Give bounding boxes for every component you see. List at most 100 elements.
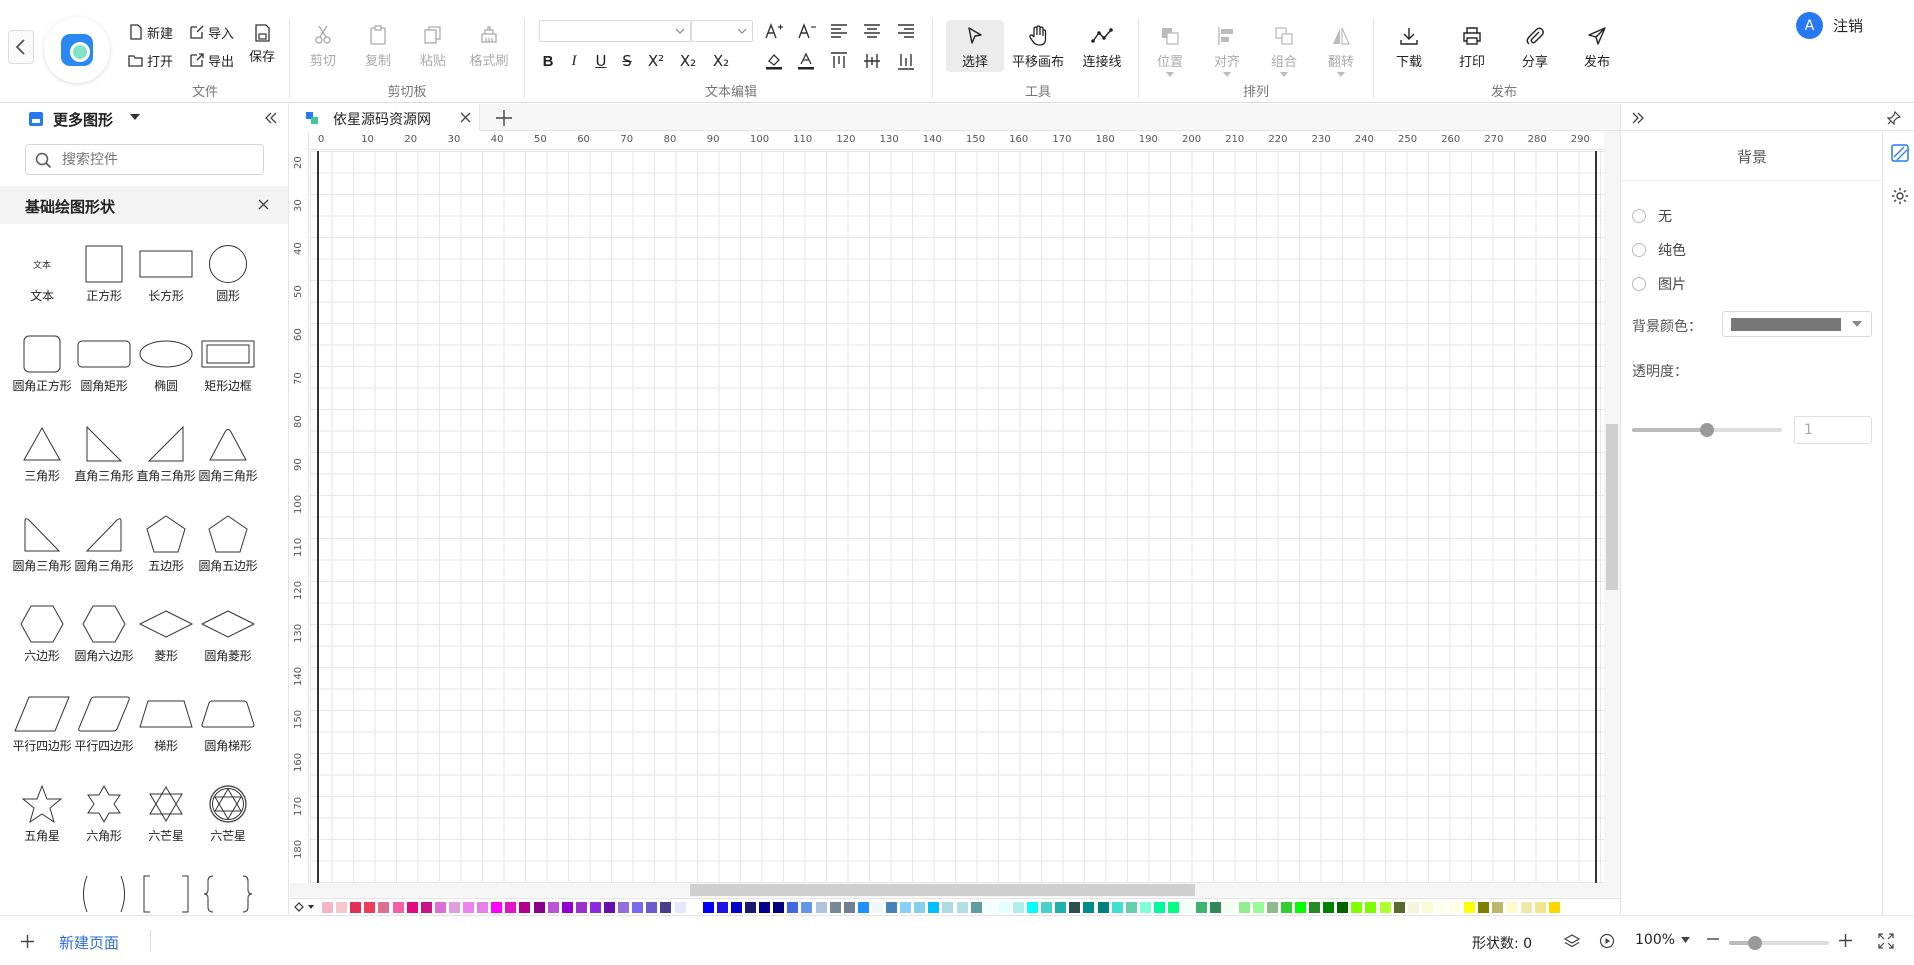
shape-rounded-diamond[interactable]: 圆角菱形 xyxy=(196,604,260,670)
color-swatch[interactable] xyxy=(1294,902,1306,913)
color-swatch[interactable] xyxy=(1238,902,1250,913)
color-swatch[interactable] xyxy=(1041,902,1053,913)
color-swatch[interactable] xyxy=(1520,902,1532,913)
color-swatch[interactable] xyxy=(1182,902,1194,913)
color-swatch[interactable] xyxy=(745,902,756,913)
color-swatch[interactable] xyxy=(322,902,333,913)
shape-trapezoid[interactable]: 梯形 xyxy=(134,694,198,760)
paste-button[interactable]: 粘贴 xyxy=(408,22,458,69)
font-size-select[interactable] xyxy=(691,20,753,42)
color-swatch[interactable] xyxy=(928,902,940,913)
subscript-button[interactable]: X₂ xyxy=(708,50,734,72)
color-swatch[interactable] xyxy=(688,902,700,913)
fill-color-button[interactable] xyxy=(763,50,785,72)
color-swatch[interactable] xyxy=(843,902,855,913)
basic-shapes-section-header[interactable]: 基础绘图形状 xyxy=(0,186,288,224)
shape-square[interactable]: 正方形 xyxy=(72,244,136,310)
color-swatch[interactable] xyxy=(350,902,362,913)
color-swatch[interactable] xyxy=(914,902,926,913)
color-swatch[interactable] xyxy=(604,902,615,913)
color-swatch[interactable] xyxy=(336,902,348,913)
fullscreen-icon[interactable] xyxy=(1878,933,1894,949)
logout-link[interactable]: 注销 xyxy=(1833,15,1863,36)
select-tool-button[interactable]: 选择 xyxy=(946,20,1004,72)
color-swatch[interactable] xyxy=(378,902,390,913)
color-swatch[interactable] xyxy=(1548,902,1560,913)
superscript-button[interactable]: X² xyxy=(643,50,669,72)
shape-rounded-right-triangle-2[interactable]: 圆角三角形 xyxy=(72,514,136,580)
close-icon[interactable] xyxy=(258,199,269,210)
shape-hexagon[interactable]: 六边形 xyxy=(10,604,74,670)
color-swatch[interactable] xyxy=(900,902,912,913)
color-swatch[interactable] xyxy=(1393,902,1405,913)
shape-right-triangle-2[interactable]: 直角三角形 xyxy=(134,424,198,490)
color-swatch[interactable] xyxy=(1153,902,1165,913)
caret-down-icon[interactable] xyxy=(130,114,140,120)
position-button[interactable]: 位置 xyxy=(1145,23,1195,77)
color-swatch[interactable] xyxy=(1196,902,1208,913)
color-swatch[interactable] xyxy=(1280,902,1292,913)
radio-button[interactable] xyxy=(1632,277,1646,291)
flip-button[interactable]: 翻转 xyxy=(1316,23,1366,77)
add-page-icon[interactable] xyxy=(20,934,35,949)
save-button[interactable]: 保存 xyxy=(238,22,286,65)
color-swatch[interactable] xyxy=(646,902,658,913)
new-button[interactable]: 新建 xyxy=(128,21,173,43)
color-swatch[interactable] xyxy=(1407,902,1419,913)
fill-bucket-icon[interactable] xyxy=(293,901,317,913)
play-icon[interactable] xyxy=(1599,933,1615,949)
color-swatch[interactable] xyxy=(1266,902,1278,913)
strikethrough-button[interactable]: S xyxy=(616,50,638,72)
color-swatch[interactable] xyxy=(1139,902,1151,913)
slider-handle[interactable] xyxy=(1748,936,1762,950)
color-swatch[interactable] xyxy=(998,902,1010,913)
color-swatch[interactable] xyxy=(871,902,883,913)
underline-button[interactable]: U xyxy=(590,50,612,72)
group-button[interactable]: 组合 xyxy=(1259,23,1309,77)
color-swatch[interactable] xyxy=(1337,902,1349,913)
zoom-out-icon[interactable] xyxy=(1706,937,1720,941)
shape-rounded-rectangle[interactable]: 圆角矩形 xyxy=(72,334,136,400)
color-swatch[interactable] xyxy=(1125,902,1137,913)
color-swatch[interactable] xyxy=(1379,902,1391,913)
shape-star-of-david[interactable]: 六芒星 xyxy=(134,784,198,850)
color-swatch[interactable] xyxy=(505,902,517,913)
color-swatch[interactable] xyxy=(1421,902,1433,913)
color-swatch[interactable] xyxy=(942,902,954,913)
shape-triangle[interactable]: 三角形 xyxy=(10,424,74,490)
font-family-select[interactable] xyxy=(539,20,691,42)
color-swatch[interactable] xyxy=(575,902,587,913)
expand-panel-icon[interactable] xyxy=(1631,112,1645,124)
color-swatch[interactable] xyxy=(547,902,559,913)
italic-button[interactable]: I xyxy=(563,50,585,72)
bg-option-none[interactable]: 无 xyxy=(1632,206,1672,226)
scrollbar-thumb[interactable] xyxy=(690,884,1195,896)
color-swatch[interactable] xyxy=(1168,902,1179,913)
color-swatch[interactable] xyxy=(618,902,630,913)
color-swatch[interactable] xyxy=(857,902,869,913)
shape-rect-frame[interactable]: 矩形边框 xyxy=(196,334,260,400)
font-color-button[interactable] xyxy=(795,50,817,72)
open-button[interactable]: 打开 xyxy=(128,49,173,71)
color-swatch[interactable] xyxy=(561,902,573,913)
color-swatch[interactable] xyxy=(1224,902,1236,913)
opacity-slider[interactable] xyxy=(1632,423,1782,437)
shape-brackets[interactable] xyxy=(134,874,198,915)
print-button[interactable]: 打印 xyxy=(1447,23,1497,70)
zoom-in-icon[interactable] xyxy=(1838,933,1853,948)
color-swatch[interactable] xyxy=(1210,902,1222,913)
color-swatch[interactable] xyxy=(463,902,474,913)
color-swatch[interactable] xyxy=(773,902,785,913)
color-swatch[interactable] xyxy=(1069,902,1081,913)
color-swatch[interactable] xyxy=(434,902,446,913)
add-tab-icon[interactable] xyxy=(495,109,513,127)
align-center-button[interactable] xyxy=(861,20,883,42)
pan-tool-button[interactable]: 平移画布 xyxy=(1006,23,1070,70)
color-swatch[interactable] xyxy=(406,902,418,913)
search-input[interactable] xyxy=(62,149,257,171)
bg-option-solid[interactable]: 纯色 xyxy=(1632,240,1686,260)
valign-bottom-button[interactable] xyxy=(895,50,917,72)
color-swatch[interactable] xyxy=(1365,902,1377,913)
background-style-icon[interactable] xyxy=(1891,144,1909,162)
export-button[interactable]: 导出 xyxy=(189,49,234,71)
